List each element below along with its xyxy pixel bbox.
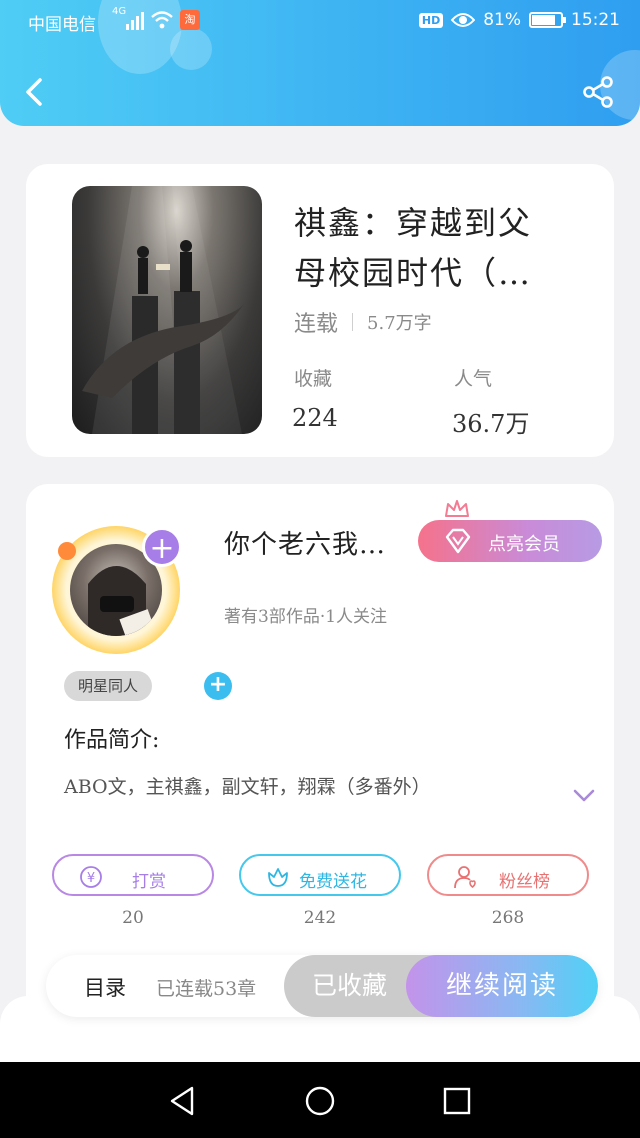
book-detail-screen: 中国电信 4G 淘 HD 81% 15:21 祺鑫：穿越到父母校园时代（… 连载… [0, 0, 640, 1138]
home-circle-icon[interactable] [303, 1084, 337, 1118]
app-notification-icon: 淘 [180, 10, 200, 30]
reward-label: 打赏 [132, 872, 166, 892]
meta-divider [352, 313, 354, 331]
vip-button-label: 点亮会员 [488, 534, 560, 555]
intro-text: ABO文，主祺鑫，副文轩，翔霖（多番外） [64, 776, 431, 798]
book-status: 连载 [294, 312, 339, 337]
genre-tag[interactable]: 明星同人 [64, 671, 153, 701]
wifi-icon [151, 11, 173, 29]
clock: 15:21 [571, 10, 620, 30]
status-right: HD 81% 15:21 [418, 10, 620, 30]
crown-icon [445, 500, 469, 517]
add-tag-button[interactable]: + [204, 672, 232, 700]
popularity-label: 人气 [454, 368, 493, 390]
continue-reading-button[interactable]: 继续阅读 [406, 955, 598, 1017]
battery-fill [532, 15, 555, 25]
diamond-icon [445, 528, 471, 554]
author-stats: 著有3部作品·1人关注 [224, 607, 388, 627]
free-flower-label: 免费送花 [299, 872, 367, 892]
back-triangle-icon[interactable] [166, 1084, 200, 1118]
back-icon[interactable] [20, 74, 50, 110]
favorites-value: 224 [292, 404, 338, 432]
book-title: 祺鑫：穿越到父母校园时代（… [294, 204, 533, 292]
battery-icon [529, 12, 566, 28]
fans-count: 268 [491, 908, 525, 928]
network-label: 4G [112, 6, 127, 17]
signal-icon [126, 10, 144, 30]
chevron-down-icon[interactable] [572, 786, 596, 804]
recents-square-icon[interactable] [440, 1084, 474, 1118]
fans-icon [454, 866, 476, 889]
toc-button[interactable]: 目录 [84, 972, 126, 1002]
vip-button[interactable]: 点亮会员 [418, 520, 602, 562]
book-cover-image[interactable] [72, 186, 262, 434]
svg-text:¥: ¥ [87, 871, 95, 886]
follow-add-button[interactable]: + [142, 527, 182, 567]
share-icon[interactable] [580, 74, 616, 110]
favorites-label: 收藏 [294, 368, 333, 390]
fan-ranking-label: 粉丝榜 [499, 872, 550, 892]
eye-icon [451, 13, 476, 27]
reward-icon: ¥ [80, 866, 102, 888]
intro-title: 作品简介: [64, 728, 160, 753]
book-info-card: 祺鑫：穿越到父母校园时代（… 连载 5.7万字 收藏 224 人气 36.7万 [26, 164, 614, 457]
author-name[interactable]: 你个老六我… [224, 524, 386, 561]
flower-count: 242 [303, 908, 337, 928]
system-nav-bar [0, 1062, 640, 1138]
battery-percent: 81% [483, 10, 521, 30]
carrier-label: 中国电信 [28, 15, 96, 35]
flower-icon [268, 868, 288, 887]
word-count: 5.7万字 [367, 313, 432, 334]
fan-ranking-button[interactable]: 粉丝榜 [427, 854, 589, 896]
hd-badge: HD [418, 12, 444, 28]
cover-art [82, 186, 244, 434]
reward-count: 20 [122, 908, 144, 928]
reward-button[interactable]: ¥ 打赏 [52, 854, 214, 896]
avatar-badge-icon [58, 542, 76, 560]
reading-bar: 目录 已连载53章 已收藏 继续阅读 [46, 955, 598, 1017]
free-flower-button[interactable]: 免费送花 [239, 854, 401, 896]
chapter-count: 已连载53章 [156, 978, 257, 1000]
status-bar: 中国电信 4G 淘 HD 81% 15:21 [0, 0, 640, 44]
header: 中国电信 4G 淘 HD 81% 15:21 [0, 0, 640, 126]
popularity-value: 36.7万 [452, 410, 530, 438]
book-meta: 连载 5.7万字 [294, 306, 432, 338]
